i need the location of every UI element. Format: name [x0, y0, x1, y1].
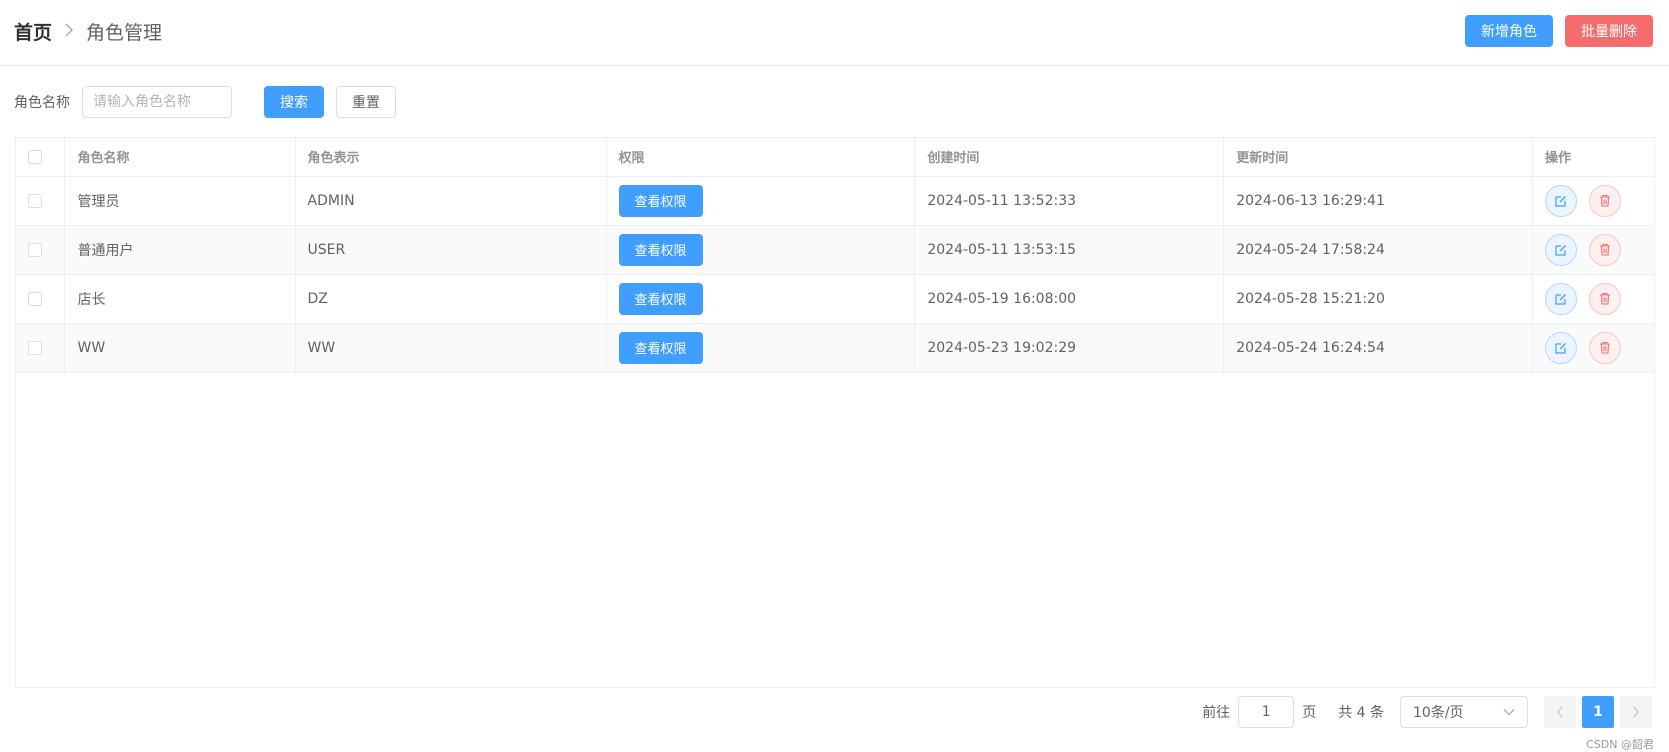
delete-icon [1600, 243, 1611, 256]
edit-icon [1555, 342, 1566, 354]
column-header: 创建时间 [914, 138, 1225, 177]
chevron-left-icon [1557, 706, 1563, 718]
chevron-right-icon [1633, 706, 1639, 718]
page-number-button[interactable]: 1 [1582, 696, 1614, 728]
goto-prefix: 前往 [1202, 705, 1231, 721]
delete-button[interactable] [1589, 184, 1622, 217]
role-name-cell: 普通用户 [64, 225, 296, 275]
select-all-cell [16, 138, 66, 177]
search-button[interactable]: 搜索 [264, 86, 324, 118]
select-all-checkbox[interactable] [28, 149, 42, 164]
role-table: 角色名称 角色表示 权限 创建时间 更新时间 操作 管理员 ADMIN 查看权限… [15, 137, 1655, 688]
table-row: WW WW 查看权限 2024-05-23 19:02:29 2024-05-2… [16, 323, 1654, 373]
top-bar: 首页 角色管理 新增角色 批量删除 [0, 0, 1669, 66]
delete-button[interactable] [1589, 331, 1622, 364]
view-permissions-button[interactable]: 查看权限 [618, 282, 703, 315]
updated-time-cell: 2024-05-28 15:21:20 [1223, 274, 1534, 324]
edit-icon [1555, 293, 1566, 305]
role-code-cell: USER [295, 225, 607, 275]
breadcrumb: 首页 角色管理 [14, 18, 162, 45]
batch-delete-button[interactable]: 批量删除 [1565, 15, 1653, 47]
view-permissions-button[interactable]: 查看权限 [618, 331, 703, 364]
edit-button[interactable] [1545, 233, 1578, 266]
view-permissions-button[interactable]: 查看权限 [618, 184, 703, 217]
delete-button[interactable] [1589, 282, 1622, 315]
page-size-select[interactable]: 10条/页 [1400, 696, 1528, 728]
column-header: 角色表示 [295, 138, 607, 177]
created-time-cell: 2024-05-19 16:08:00 [914, 274, 1225, 324]
role-code-cell: WW [295, 323, 607, 373]
role-name-cell: 店长 [64, 274, 296, 324]
table-row: 管理员 ADMIN 查看权限 2024-05-11 13:52:33 2024-… [16, 176, 1654, 226]
role-name-cell: WW [64, 323, 296, 373]
created-time-cell: 2024-05-11 13:53:15 [914, 225, 1225, 275]
table-row: 普通用户 USER 查看权限 2024-05-11 13:53:15 2024-… [16, 225, 1654, 275]
updated-time-cell: 2024-05-24 17:58:24 [1223, 225, 1534, 275]
edit-icon [1555, 195, 1566, 207]
row-checkbox[interactable] [28, 340, 42, 355]
column-header: 权限 [606, 138, 916, 177]
delete-button[interactable] [1589, 233, 1622, 266]
search-label: 角色名称 [14, 95, 70, 111]
role-name-cell: 管理员 [64, 176, 296, 226]
table-header-row: 角色名称 角色表示 权限 创建时间 更新时间 操作 [16, 138, 1654, 177]
updated-time-cell: 2024-06-13 16:29:41 [1223, 176, 1534, 226]
delete-icon [1600, 341, 1611, 354]
row-checkbox[interactable] [28, 291, 42, 306]
row-checkbox[interactable] [28, 242, 42, 257]
total-count: 共 4 条 [1338, 705, 1384, 721]
view-permissions-button[interactable]: 查看权限 [618, 233, 703, 266]
next-page-button[interactable] [1620, 696, 1652, 728]
reset-button[interactable]: 重置 [336, 86, 396, 118]
table-row: 店长 DZ 查看权限 2024-05-19 16:08:00 2024-05-2… [16, 274, 1654, 324]
chevron-right-icon [64, 22, 74, 41]
page-size-value: 10条/页 [1413, 705, 1464, 721]
edit-button[interactable] [1545, 184, 1578, 217]
delete-icon [1600, 194, 1611, 207]
breadcrumb-current: 角色管理 [86, 22, 163, 44]
edit-icon [1555, 244, 1566, 256]
edit-button[interactable] [1545, 282, 1578, 315]
prev-page-button[interactable] [1544, 696, 1576, 728]
search-bar: 角色名称 搜索 重置 [14, 86, 396, 118]
column-header: 操作 [1532, 138, 1654, 177]
goto-suffix: 页 [1302, 705, 1317, 721]
goto-page-input[interactable] [1238, 696, 1295, 728]
add-role-button[interactable]: 新增角色 [1465, 15, 1553, 47]
row-checkbox[interactable] [28, 193, 42, 208]
edit-button[interactable] [1545, 331, 1578, 364]
role-code-cell: DZ [295, 274, 607, 324]
role-name-search-input[interactable] [82, 86, 232, 118]
updated-time-cell: 2024-05-24 16:24:54 [1223, 323, 1534, 373]
pagination: 前往 页 共 4 条 10条/页 1 [1202, 696, 1652, 728]
column-header: 角色名称 [64, 138, 296, 177]
delete-icon [1600, 292, 1611, 305]
created-time-cell: 2024-05-23 19:02:29 [914, 323, 1225, 373]
chevron-down-icon [1503, 709, 1515, 716]
column-header: 更新时间 [1223, 138, 1534, 177]
role-code-cell: ADMIN [295, 176, 607, 226]
created-time-cell: 2024-05-11 13:52:33 [914, 176, 1225, 226]
breadcrumb-home[interactable]: 首页 [14, 18, 52, 45]
